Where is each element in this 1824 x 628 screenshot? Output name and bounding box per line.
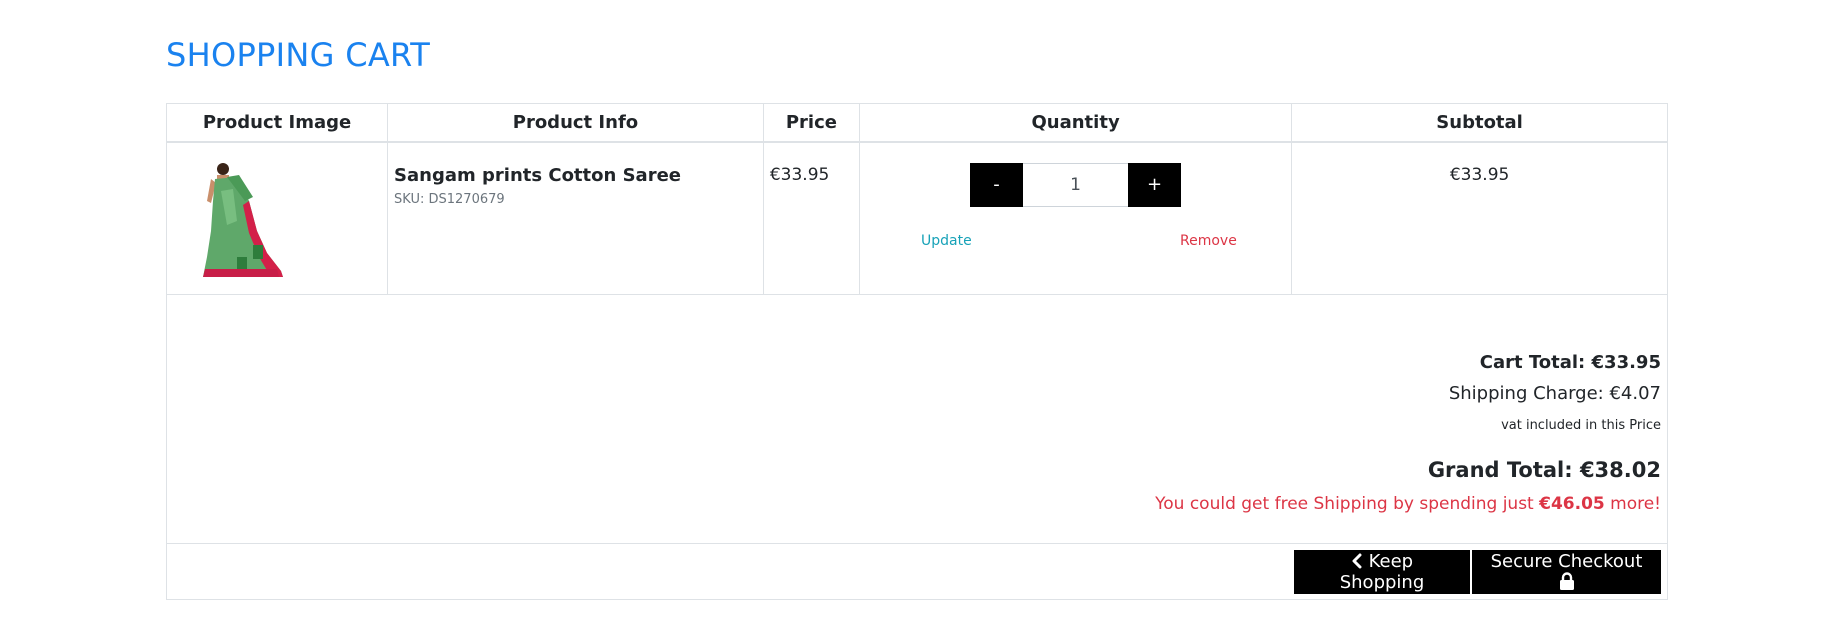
quantity-stepper: - +	[970, 162, 1181, 207]
decrease-quantity-button[interactable]: -	[970, 162, 1023, 207]
quantity-input[interactable]	[1023, 162, 1128, 207]
header-price: Price	[762, 103, 861, 143]
cart-summary: Cart Total: €33.95 Shipping Charge: €4.0…	[166, 294, 1668, 544]
free-shipping-message: You could get free Shipping by spending …	[173, 493, 1661, 516]
cart-total: Cart Total: €33.95	[1479, 352, 1661, 373]
secure-checkout-button[interactable]: Secure Checkout	[1472, 550, 1661, 594]
grand-total: Grand Total: €38.02	[1427, 458, 1661, 482]
quantity-cell: - + Update Remove	[858, 141, 1293, 295]
product-subtotal: €33.95	[1291, 141, 1668, 295]
free-shipping-prefix: You could get free Shipping by spending …	[1155, 494, 1540, 514]
product-name: Sangam prints Cotton Saree	[394, 164, 681, 186]
update-link[interactable]: Update	[921, 233, 972, 249]
page-title: SHOPPING CART	[166, 36, 431, 74]
cart-table-header: Product Image Product Info Price Quantit…	[165, 103, 1668, 143]
table-row: Sangam prints Cotton Saree SKU: DS127067…	[165, 141, 1668, 295]
keep-shopping-button[interactable]: Keep Shopping	[1294, 550, 1470, 594]
cart-table: Product Image Product Info Price Quantit…	[165, 103, 1668, 600]
header-quantity: Quantity	[858, 103, 1293, 143]
remove-link[interactable]: Remove	[1180, 233, 1237, 249]
vat-note: vat included in this Price	[1501, 418, 1661, 433]
cart-summary-row: Cart Total: €33.95 Shipping Charge: €4.0…	[166, 294, 1668, 544]
product-info-cell: Sangam prints Cotton Saree SKU: DS127067…	[387, 141, 764, 295]
free-shipping-suffix: more!	[1604, 494, 1661, 514]
saree-product-image[interactable]	[197, 161, 287, 277]
header-subtotal: Subtotal	[1291, 103, 1668, 143]
secure-checkout-label: Secure Checkout	[1490, 551, 1643, 572]
free-shipping-amount: €46.05	[1539, 494, 1605, 514]
product-price: €33.95	[762, 141, 861, 295]
cart-actions: Keep Shopping Secure Checkout	[166, 543, 1668, 600]
header-product-info: Product Info	[387, 103, 764, 143]
chevron-left-icon	[1352, 553, 1362, 569]
lock-icon	[1559, 572, 1574, 590]
product-image-cell	[165, 141, 389, 295]
cart-actions-row: Keep Shopping Secure Checkout	[166, 543, 1668, 600]
increase-quantity-button[interactable]: +	[1128, 162, 1181, 207]
product-sku: SKU: DS1270679	[394, 191, 505, 207]
header-product-image: Product Image	[165, 103, 389, 143]
shipping-charge: Shipping Charge: €4.07	[1448, 383, 1661, 404]
